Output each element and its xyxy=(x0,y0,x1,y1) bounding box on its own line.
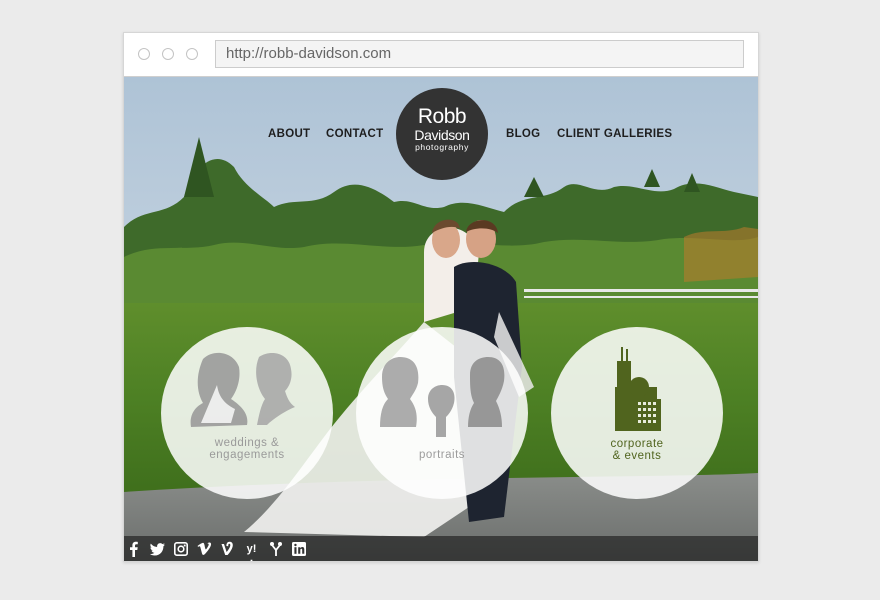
wedding-wire-icon[interactable] xyxy=(269,541,283,557)
facebook-icon[interactable] xyxy=(129,541,139,557)
nav-contact-link[interactable]: CONTACT xyxy=(326,128,383,140)
city-skyline-icon xyxy=(615,347,661,431)
vine-icon[interactable] xyxy=(221,541,234,557)
portraits-label: portraits xyxy=(418,449,466,461)
address-bar[interactable]: http://robb-davidson.com xyxy=(215,40,744,68)
nav-blog-link[interactable]: BLOG xyxy=(506,128,540,140)
weddings-engagements-button[interactable]: weddings & engagements xyxy=(161,327,333,499)
instagram-icon[interactable] xyxy=(174,541,188,557)
corporate-events-button[interactable]: corporate & events xyxy=(551,327,723,499)
vimeo-icon[interactable] xyxy=(197,541,212,557)
browser-chrome: http://robb-davidson.com xyxy=(124,33,758,77)
browser-window: http://robb-davidson.com ABOUT CONTACT B… xyxy=(123,32,759,562)
nav-about-link[interactable]: ABOUT xyxy=(268,128,310,140)
logo-line-1: Robb xyxy=(417,105,467,128)
linkedin-icon[interactable] xyxy=(292,541,306,557)
social-media-bar: y!✲ xyxy=(124,536,758,561)
corporate-label-line-2: & events xyxy=(612,450,662,462)
logo-line-2: Davidson xyxy=(414,127,470,143)
site-logo[interactable]: Robb Davidson photography xyxy=(396,88,488,180)
weddings-label-line-1: weddings & xyxy=(214,437,280,449)
close-window-button[interactable] xyxy=(138,48,150,60)
nav-client-galleries-link[interactable]: CLIENT GALLERIES xyxy=(557,128,672,140)
twitter-icon[interactable] xyxy=(150,541,165,557)
couple-silhouette-icon xyxy=(190,352,295,427)
yelp-icon[interactable]: y!✲ xyxy=(243,541,260,561)
corporate-label-line-1: corporate xyxy=(610,438,664,450)
family-silhouette-icon xyxy=(380,357,505,437)
portraits-button[interactable]: portraits xyxy=(356,327,528,499)
weddings-label-line-2: engagements xyxy=(209,449,285,461)
logo-line-3: photography xyxy=(415,142,469,152)
minimize-window-button[interactable] xyxy=(162,48,174,60)
maximize-window-button[interactable] xyxy=(186,48,198,60)
website-viewport: ABOUT CONTACT BLOG CLIENT GALLERIES Robb… xyxy=(124,77,758,561)
